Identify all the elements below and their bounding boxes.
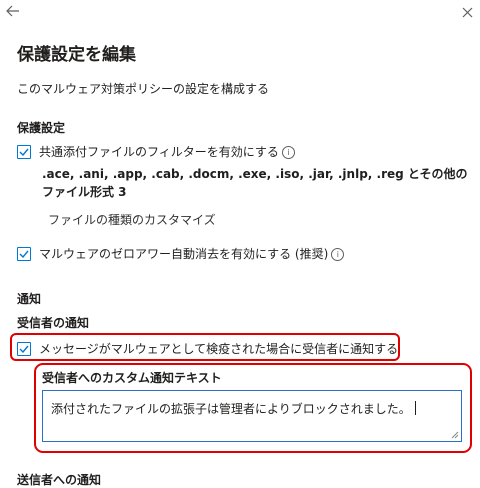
text-caret: [414, 401, 416, 415]
notify-recipients-checkbox[interactable]: [17, 341, 31, 356]
notify-recipients-label: メッセージがマルウェアとして検疫された場合に受信者に通知する: [39, 342, 399, 356]
custom-text-value: 添付されたファイルの拡張子は管理者によりブロックされました。: [51, 402, 411, 416]
zap-label: マルウェアのゼロアワー自動消去を有効にする (推奨) i: [39, 245, 345, 262]
checkmark-icon: [19, 345, 29, 353]
custom-notification-textarea[interactable]: 添付されたファイルの拡張子は管理者によりブロックされました。: [42, 390, 462, 442]
close-button[interactable]: [458, 3, 476, 21]
arrow-left-icon: [6, 5, 19, 17]
notify-recipients-row: メッセージがマルウェアとして検疫された場合に受信者に通知する: [17, 340, 398, 357]
page-description: このマルウェア対策ポリシーの設定を構成する: [17, 82, 270, 96]
page-title: 保護設定を編集: [17, 45, 136, 65]
common-attachments-label: 共通添付ファイルのフィルターを有効にする i: [39, 143, 295, 160]
info-icon[interactable]: i: [281, 146, 295, 159]
back-button[interactable]: [4, 2, 22, 20]
protection-settings-heading: 保護設定: [17, 121, 66, 135]
custom-text-label: 受信者へのカスタム通知テキスト: [42, 371, 222, 385]
file-types-list: .ace, .ani, .app, .cab, .docm, .exe, .is…: [42, 167, 468, 199]
recipient-notification-heading: 受信者の通知: [17, 316, 90, 330]
common-attachments-row: 共通添付ファイルのフィルターを有効にする i: [17, 143, 295, 160]
notification-heading: 通知: [17, 292, 42, 306]
zap-row: マルウェアのゼロアワー自動消去を有効にする (推奨) i: [17, 245, 345, 262]
close-icon: [462, 7, 472, 17]
common-attachments-checkbox[interactable]: [17, 144, 31, 159]
customize-file-types-link[interactable]: ファイルの種類のカスタマイズ: [48, 211, 216, 228]
sender-notification-heading: 送信者への通知: [17, 473, 102, 487]
checkmark-icon: [19, 148, 29, 156]
resize-grip-icon[interactable]: [451, 431, 459, 439]
info-icon[interactable]: i: [331, 248, 345, 261]
checkmark-icon: [19, 250, 29, 258]
zap-checkbox[interactable]: [17, 246, 31, 261]
